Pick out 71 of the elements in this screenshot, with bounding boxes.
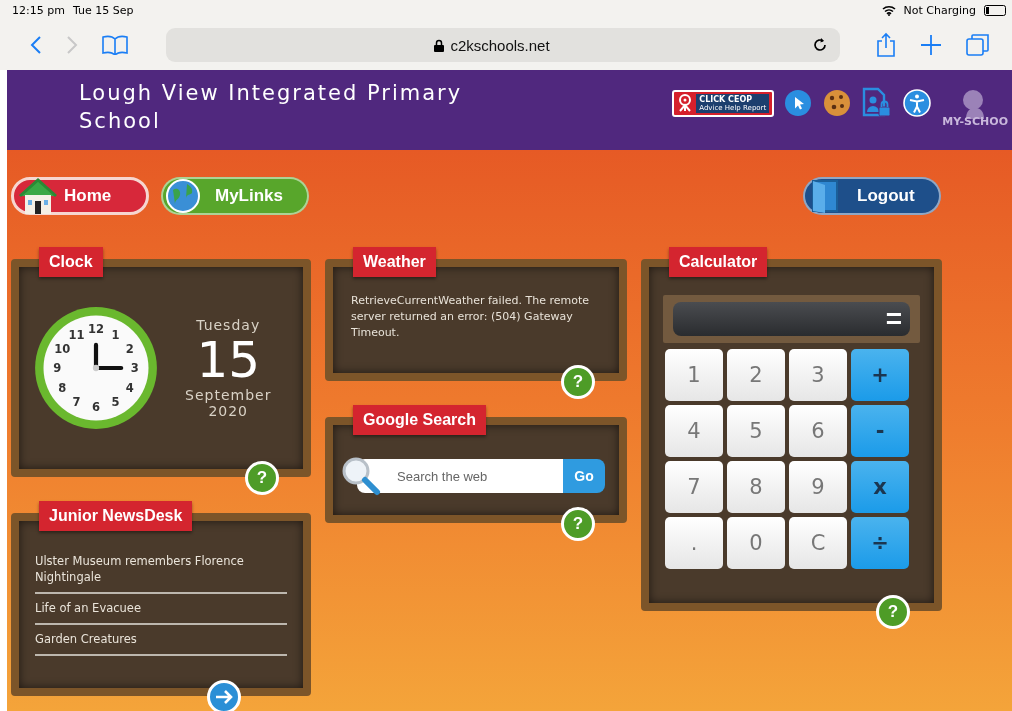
news-link[interactable]: Ulster Museum remembers Florence Nightingale: [35, 547, 287, 594]
logout-button[interactable]: Logout: [803, 177, 941, 215]
calculator-key[interactable]: 8: [727, 461, 785, 513]
battery-status: Not Charging: [903, 3, 976, 17]
home-button[interactable]: Home: [11, 177, 149, 215]
month-text: September: [185, 387, 272, 403]
clock-numeral: 8: [58, 380, 67, 395]
weekday-text: Tuesday: [196, 317, 261, 333]
next-arrow-button[interactable]: [207, 680, 241, 711]
help-button[interactable]: ?: [561, 365, 595, 399]
clock-numeral: 3: [130, 361, 139, 376]
calculator-key[interactable]: ÷: [851, 517, 909, 569]
news-title: Junior NewsDesk: [39, 501, 193, 531]
weather-title: Weather: [353, 247, 436, 277]
clock-numeral: 4: [125, 380, 134, 395]
clock-numeral: 7: [72, 394, 81, 409]
clock-numeral: 10: [54, 341, 71, 356]
news-link[interactable]: Garden Creatures: [35, 625, 287, 656]
status-date: Tue 15 Sep: [72, 3, 134, 17]
clock-numeral: 11: [68, 327, 85, 342]
house-icon: [16, 176, 60, 216]
weather-error-message: RetrieveCurrentWeather failed. The remote server returned an error: (504) Gateway Timeout.: [351, 293, 590, 341]
calculator-key[interactable]: 9: [789, 461, 847, 513]
calculator-key[interactable]: 4: [665, 405, 723, 457]
clock-numeral: 9: [53, 361, 62, 376]
cookie-icon[interactable]: [822, 88, 853, 118]
day-number: 15: [196, 333, 260, 387]
equals-button[interactable]: =: [881, 305, 906, 333]
calculator-key[interactable]: 6: [789, 405, 847, 457]
calculator-key[interactable]: -: [851, 405, 909, 457]
search-field[interactable]: Search the web: [357, 459, 563, 493]
clock-numeral: 12: [87, 322, 105, 337]
address-bar[interactable]: c2kschools.net: [166, 28, 840, 62]
calculator-key[interactable]: +: [851, 349, 909, 401]
help-button[interactable]: ?: [876, 595, 910, 629]
cursor-icon[interactable]: [784, 89, 813, 117]
clock-numeral: 6: [92, 400, 100, 415]
reload-icon[interactable]: [812, 37, 828, 53]
year-text: 2020: [208, 403, 248, 419]
search-title: Google Search: [353, 405, 486, 435]
mylinks-button[interactable]: MyLinks: [161, 177, 309, 215]
lock-icon: [434, 38, 445, 52]
clock-numeral: 5: [111, 394, 120, 409]
accessibility-icon[interactable]: [902, 88, 933, 118]
clock-numeral: 2: [125, 341, 134, 356]
calculator-key[interactable]: x: [851, 461, 909, 513]
calculator-key[interactable]: 0: [727, 517, 785, 569]
globe-icon: [165, 178, 201, 214]
url-text: c2kschools.net: [450, 36, 550, 54]
help-button[interactable]: ?: [245, 461, 279, 495]
status-time: 12:15 pm: [12, 3, 65, 17]
calculator-key[interactable]: 7: [665, 461, 723, 513]
calculator-key[interactable]: 5: [727, 405, 785, 457]
logo-text: MY-SCHOO: [942, 114, 1008, 128]
news-link[interactable]: Life of an Evacuee: [35, 594, 287, 625]
clock-title: Clock: [39, 247, 103, 277]
clock-numeral: 1: [111, 327, 120, 342]
arrow-right-icon: [214, 689, 234, 705]
school-name: Lough View Integrated Primary School: [79, 80, 464, 135]
help-button[interactable]: ?: [561, 507, 595, 541]
calculator-key[interactable]: 1: [665, 349, 723, 401]
calculator-key[interactable]: 3: [789, 349, 847, 401]
eye-figure-icon: [677, 94, 694, 112]
battery-icon: [984, 4, 1006, 16]
calculator-key[interactable]: C: [789, 517, 847, 569]
calculator-key[interactable]: .: [665, 517, 723, 569]
document-lock-icon[interactable]: [862, 87, 893, 119]
calculator-title: Calculator: [669, 247, 768, 277]
go-button[interactable]: Go: [563, 459, 605, 493]
wifi-icon: [881, 4, 896, 16]
calculator-key[interactable]: 2: [727, 349, 785, 401]
